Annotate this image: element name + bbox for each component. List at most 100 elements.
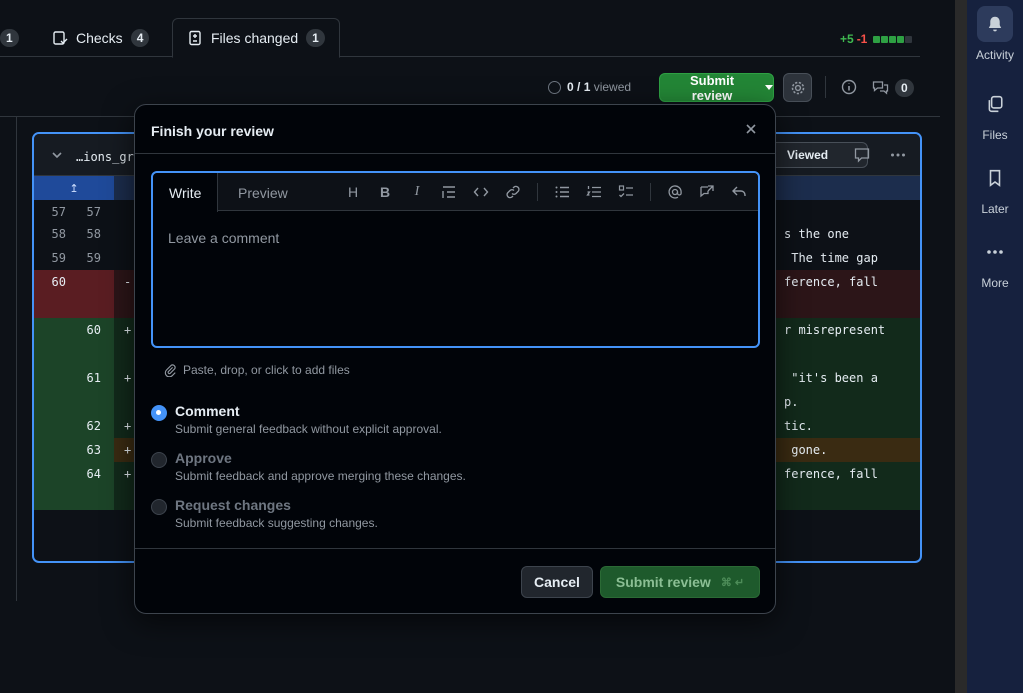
sidebar-label: More bbox=[981, 276, 1009, 290]
code-text: tic. bbox=[784, 419, 813, 433]
diff-gutter bbox=[34, 366, 114, 390]
option-label: Approve bbox=[175, 450, 232, 466]
viewed-total: / 1 bbox=[577, 80, 591, 94]
chevron-down-icon[interactable] bbox=[51, 149, 63, 161]
diff-sign: + bbox=[124, 371, 132, 385]
tab-preview[interactable]: Preview bbox=[222, 173, 304, 212]
radio-request-changes[interactable] bbox=[151, 499, 167, 515]
cancel-button[interactable]: Cancel bbox=[521, 566, 593, 598]
dialog-footer-divider bbox=[135, 548, 775, 549]
new-line-number: 62 bbox=[86, 419, 101, 433]
keyboard-shortcut: ⌘ ↵ bbox=[720, 576, 745, 589]
comment-textarea[interactable] bbox=[153, 212, 758, 346]
old-line-number: 58 bbox=[51, 227, 66, 241]
tab-counter: 1 bbox=[306, 29, 325, 47]
code-text: ference, fall bbox=[784, 275, 878, 289]
reply-icon[interactable] bbox=[731, 184, 747, 200]
settings-button[interactable] bbox=[783, 73, 812, 102]
caret-down-icon bbox=[765, 85, 773, 90]
tab-files-changed[interactable]: Files changed 1 bbox=[172, 18, 340, 58]
tab-label: Checks bbox=[76, 29, 123, 46]
cross-reference-icon[interactable] bbox=[699, 184, 715, 200]
bullet-list-icon[interactable] bbox=[554, 184, 570, 200]
editor-toolbar: Write Preview H B I bbox=[153, 173, 758, 212]
code-text: s the one bbox=[784, 227, 850, 241]
tab-counter: 4 bbox=[130, 28, 150, 47]
tab-preview-label: Preview bbox=[238, 184, 288, 201]
comment-icon[interactable] bbox=[854, 147, 870, 163]
italic-icon[interactable]: I bbox=[409, 184, 425, 200]
task-list-icon[interactable] bbox=[618, 184, 634, 200]
dialog-title: Finish your review bbox=[151, 123, 274, 139]
pr-tab-bar: 1 Checks 4 Files changed 1 +5 -1 bbox=[0, 0, 920, 58]
mention-icon[interactable] bbox=[667, 184, 683, 200]
quote-icon[interactable] bbox=[441, 184, 457, 200]
toolbar-separator bbox=[650, 183, 651, 201]
files-icon bbox=[977, 86, 1013, 122]
code-text: gone. bbox=[784, 443, 828, 457]
sidebar-item-later[interactable]: Later bbox=[955, 160, 1023, 216]
additions-count: +5 bbox=[840, 32, 854, 46]
bold-icon[interactable]: B bbox=[377, 184, 393, 200]
tab-checks[interactable]: Checks 4 bbox=[38, 18, 163, 57]
old-line-number: 59 bbox=[51, 251, 66, 265]
code-text: The time gap bbox=[784, 251, 878, 265]
diff-gutter bbox=[34, 462, 114, 510]
link-icon[interactable] bbox=[505, 184, 521, 200]
new-line-number: 63 bbox=[86, 443, 101, 457]
expand-up-button[interactable]: ↥ bbox=[34, 176, 114, 200]
gear-icon bbox=[791, 81, 804, 94]
radio-approve[interactable] bbox=[151, 452, 167, 468]
tab-conversation[interactable]: 1 bbox=[0, 18, 33, 57]
timeline-rule bbox=[16, 117, 17, 601]
new-line-number: 61 bbox=[86, 371, 101, 385]
diff-gutter bbox=[34, 438, 114, 462]
submit-review-dialog-button[interactable]: Submit review ⌘ ↵ bbox=[600, 566, 760, 598]
sidebar-label: Activity bbox=[975, 48, 1014, 62]
code-text: ference, fall bbox=[784, 467, 878, 481]
old-line-number: 57 bbox=[51, 205, 66, 219]
comment-editor: Write Preview H B I bbox=[151, 171, 760, 348]
bell-icon bbox=[977, 6, 1013, 42]
toolbar-divider bbox=[825, 76, 826, 98]
sidebar-item-activity[interactable]: Activity bbox=[955, 6, 1023, 62]
heading-icon[interactable]: H bbox=[345, 184, 361, 200]
attach-files-button[interactable]: Paste, drop, or click to add files bbox=[163, 363, 350, 377]
viewed-done: 0 bbox=[567, 80, 574, 94]
diff-sign: + bbox=[124, 443, 132, 457]
tab-write-label: Write bbox=[169, 184, 202, 201]
numbered-list-icon[interactable] bbox=[586, 184, 602, 200]
right-sidebar: Activity Files Later More bbox=[955, 0, 1023, 693]
sidebar-item-more[interactable]: More bbox=[955, 234, 1023, 290]
attach-label: Paste, drop, or click to add files bbox=[183, 363, 350, 377]
diffstat-blocks bbox=[873, 35, 913, 43]
code-icon[interactable] bbox=[473, 184, 489, 200]
sidebar-item-files[interactable]: Files bbox=[955, 86, 1023, 142]
file-name[interactable]: …ions_gr bbox=[76, 150, 134, 164]
new-line-number: 64 bbox=[86, 467, 101, 481]
diff-gutter bbox=[34, 318, 114, 366]
submit-review-button[interactable]: Submit review bbox=[659, 73, 774, 103]
sidebar-label: Files bbox=[982, 128, 1008, 142]
radio-comment[interactable] bbox=[151, 405, 167, 421]
toolbar-separator bbox=[537, 183, 538, 201]
option-label: Comment bbox=[175, 403, 240, 419]
comment-counter: 0 bbox=[895, 79, 914, 97]
close-icon[interactable] bbox=[743, 121, 759, 137]
kebab-menu-icon[interactable] bbox=[890, 147, 906, 163]
paperclip-icon bbox=[164, 364, 176, 377]
sidebar-label: Later bbox=[981, 202, 1009, 216]
diffstat: +5 -1 bbox=[840, 32, 913, 46]
file-diff-icon bbox=[189, 30, 201, 46]
tab-label: Files changed bbox=[211, 30, 299, 46]
diff-sign: + bbox=[124, 323, 132, 337]
new-line-number: 59 bbox=[86, 251, 101, 265]
tab-write[interactable]: Write bbox=[153, 173, 219, 212]
expand-up-icon: ↥ bbox=[69, 182, 79, 195]
old-line-number: 60 bbox=[51, 275, 66, 289]
info-icon[interactable] bbox=[841, 79, 857, 95]
bookmark-icon bbox=[977, 160, 1013, 196]
diff-gutter bbox=[34, 414, 114, 438]
comments-button[interactable]: 0 bbox=[872, 79, 914, 97]
diff-sign: - bbox=[124, 275, 132, 289]
